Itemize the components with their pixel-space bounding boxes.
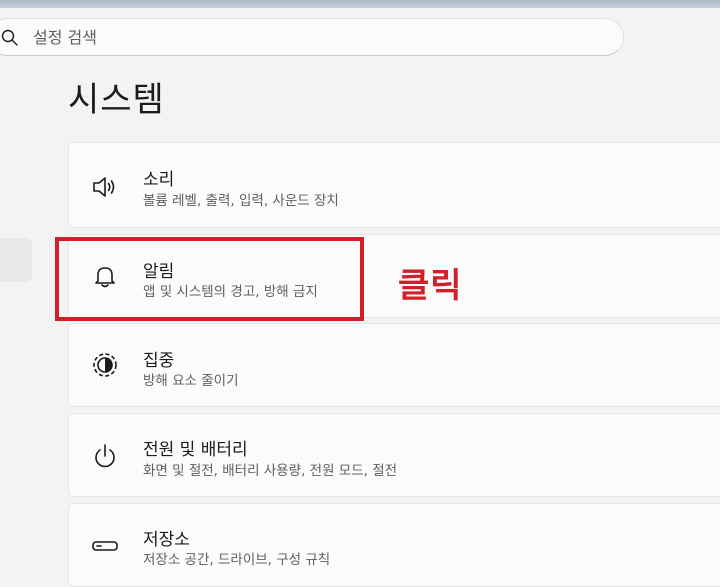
page-title: 시스템	[68, 80, 165, 120]
click-annotation: 클릭	[398, 266, 463, 306]
settings-card-notifications[interactable]: 알림 앱 및 시스템의 경고, 방해 금지	[68, 234, 720, 318]
card-description: 볼륨 레벨, 출력, 입력, 사운드 장치	[143, 193, 339, 209]
settings-card-focus[interactable]: 집중 방해 요소 줄이기	[68, 323, 720, 407]
card-description: 방해 요소 줄이기	[143, 373, 239, 389]
card-title: 전원 및 배터리	[143, 440, 248, 460]
power-icon	[95, 444, 115, 468]
focus-icon	[93, 353, 117, 377]
settings-card-storage[interactable]: 저장소 저장소 공간, 드라이브, 구성 규칙	[68, 503, 720, 587]
card-title: 알림	[143, 262, 175, 282]
card-description: 앱 및 시스템의 경고, 방해 금지	[143, 284, 318, 300]
card-description: 화면 및 절전, 배터리 사용량, 전원 모드, 절전	[143, 463, 398, 479]
speaker-icon	[93, 177, 115, 197]
window-top-strip	[0, 0, 720, 8]
sidebar-selected-item[interactable]	[0, 238, 32, 282]
settings-card-power[interactable]: 전원 및 배터리 화면 및 절전, 배터리 사용량, 전원 모드, 절전	[68, 413, 720, 497]
search-icon	[1, 29, 18, 46]
settings-card-sound[interactable]: 소리 볼륨 레벨, 출력, 입력, 사운드 장치	[68, 142, 720, 228]
card-title: 소리	[143, 170, 175, 190]
card-title: 저장소	[143, 530, 190, 550]
card-description: 저장소 공간, 드라이브, 구성 규칙	[143, 552, 331, 568]
bell-icon	[95, 267, 115, 288]
search-box[interactable]	[0, 18, 624, 56]
card-title: 집중	[143, 351, 175, 371]
search-input[interactable]	[33, 19, 593, 55]
